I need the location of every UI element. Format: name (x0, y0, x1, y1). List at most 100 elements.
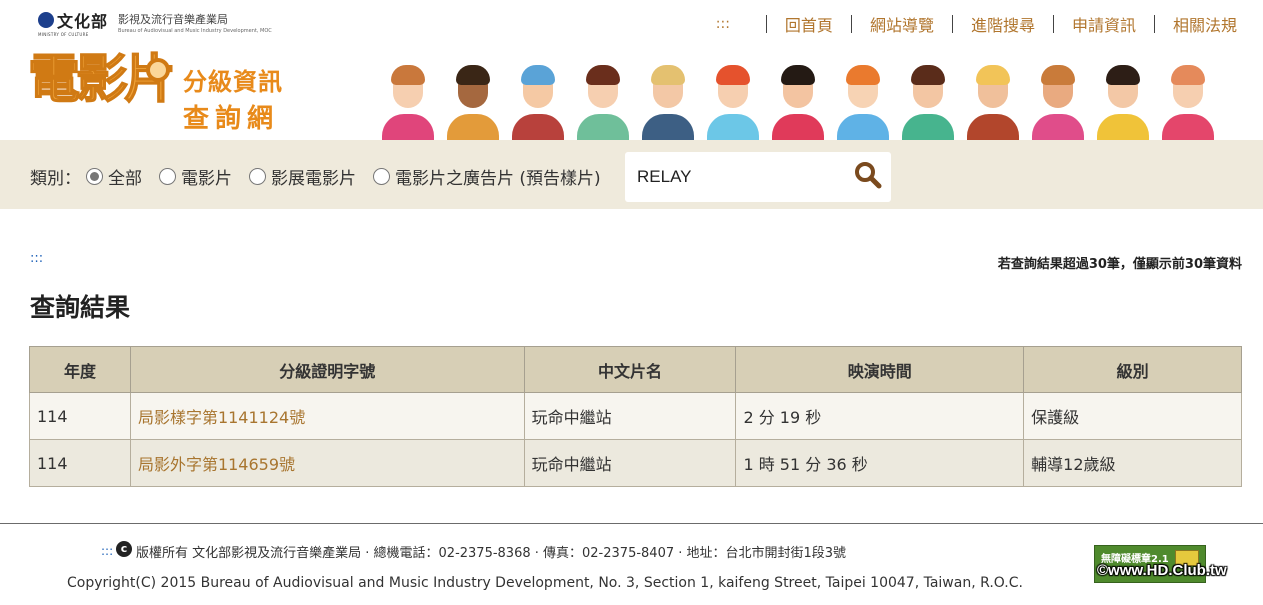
bureau-name-zh: 影視及流行音樂產業局 (118, 13, 229, 26)
person-body (642, 114, 694, 140)
person-hair (1106, 65, 1140, 85)
search-input[interactable] (625, 152, 849, 202)
nav-divider (1153, 15, 1155, 33)
radio-option-all[interactable]: 全部 (86, 164, 142, 189)
radio-option-festival-film[interactable]: 影展電影片 (249, 164, 356, 189)
table-header-row: 年度 分級證明字號 中文片名 映演時間 級別 (29, 346, 1242, 393)
result-limit-note: 若查詢結果超過30筆，僅顯示前30筆資料 (997, 257, 1242, 272)
person-illustration (705, 62, 761, 140)
ministry-name: 文化部 (38, 8, 108, 32)
person-illustration (1095, 62, 1151, 140)
column-header-chinese-title: 中文片名 (523, 346, 737, 393)
person-illustration (1030, 62, 1086, 140)
person-body (1162, 114, 1214, 140)
category-label: 類別： (30, 169, 81, 189)
certificate-link[interactable]: 局影樣字第1141124號 (138, 408, 305, 427)
cell-year: 114 (29, 392, 131, 440)
watermark: ©www.HD.Club.tw (1097, 562, 1227, 579)
radio-button[interactable] (159, 168, 176, 185)
filter-bar: 類別： 全部 電影片 影展電影片 電影片之廣告片 (預告樣片) (0, 140, 1263, 209)
person-illustration (835, 62, 891, 140)
cell-chinese-title: 玩命中繼站 (523, 392, 737, 440)
cell-rating: 輔導12歲級 (1023, 439, 1242, 487)
nav-divider (850, 15, 852, 33)
category-radio-group: 全部 電影片 影展電影片 電影片之廣告片 (預告樣片) (86, 164, 618, 189)
radio-label: 全部 (108, 169, 142, 189)
nav-divider (1052, 15, 1054, 33)
certificate-link[interactable]: 局影外字第114659號 (138, 455, 295, 474)
table-row: 114 局影樣字第1141124號 玩命中繼站 2 分 19 秒 保護級 (29, 392, 1242, 440)
cell-year: 114 (29, 439, 131, 487)
footer-divider (0, 523, 1263, 524)
radio-button[interactable] (373, 168, 390, 185)
ministry-logo[interactable]: 文化部 MINISTRY OF CULTURE 影視及流行音樂產業局 Burea… (38, 8, 272, 37)
person-body (1097, 114, 1149, 140)
person-body (837, 114, 889, 140)
person-illustration (1160, 62, 1216, 140)
cell-runtime: 1 時 51 分 36 秒 (735, 439, 1025, 487)
person-hair (1171, 65, 1205, 85)
results-table: 年度 分級證明字號 中文片名 映演時間 級別 114 局影樣字第1141124號… (29, 346, 1242, 487)
radio-button[interactable] (249, 168, 266, 185)
bureau-name-en: Bureau of Audiovisual and Music Industry… (118, 28, 272, 34)
person-hair (391, 65, 425, 85)
main-accesskey[interactable]: ::: (30, 251, 43, 266)
search-icon[interactable] (851, 158, 885, 192)
radio-label: 影展電影片 (271, 169, 356, 189)
site-logo-line2: 查詢網 (183, 104, 280, 134)
ministry-name-text: 文化部 (57, 12, 109, 31)
person-hair (521, 65, 555, 85)
person-hair (586, 65, 620, 85)
person-body (707, 114, 759, 140)
ministry-mark: 文化部 MINISTRY OF CULTURE (38, 8, 108, 37)
footer-english-copyright: Copyright(C) 2015 Bureau of Audiovisual … (67, 575, 1023, 591)
site-logo-line1: 分級資訊 (183, 68, 283, 96)
table-row: 114 局影外字第114659號 玩命中繼站 1 時 51 分 36 秒 輔導1… (29, 439, 1242, 487)
person-hair (456, 65, 490, 85)
radio-button[interactable] (86, 168, 103, 185)
person-body (382, 114, 434, 140)
person-body (772, 114, 824, 140)
ministry-seal-icon (38, 12, 54, 28)
radio-label: 電影片 (181, 169, 232, 189)
radio-option-film[interactable]: 電影片 (159, 164, 232, 189)
nav-link-advanced-search[interactable]: 進階搜尋 (971, 12, 1035, 36)
cell-certificate-no: 局影樣字第1141124號 (129, 392, 525, 440)
nav-item-sitemap: 網站導覽 (833, 12, 934, 36)
nav-link-home[interactable]: 回首頁 (785, 12, 833, 36)
person-body (512, 114, 564, 140)
footer-contact-info: 版權所有 文化部影視及流行音樂產業局 · 總機電話：02-2375-8368 ·… (136, 546, 847, 561)
nav-link-regulations[interactable]: 相關法規 (1173, 12, 1237, 36)
person-body (967, 114, 1019, 140)
person-hair (911, 65, 945, 85)
radio-option-trailer[interactable]: 電影片之廣告片 (預告樣片) (373, 164, 601, 189)
nav-link-sitemap[interactable]: 網站導覽 (870, 12, 934, 36)
person-illustration (640, 62, 696, 140)
person-illustration (445, 62, 501, 140)
nav-item-application-info: 申請資訊 (1035, 12, 1136, 36)
person-illustration (575, 62, 631, 140)
cell-rating: 保護級 (1023, 392, 1242, 440)
page-title: 查詢結果 (30, 293, 131, 322)
cell-runtime: 2 分 19 秒 (735, 392, 1025, 440)
footer-accesskey[interactable]: ::: (101, 544, 113, 558)
column-header-year: 年度 (29, 346, 131, 393)
cell-chinese-title: 玩命中繼站 (523, 439, 737, 487)
top-nav: ::: 回首頁 網站導覽 進階搜尋 申請資訊 相關法規 (716, 12, 1237, 36)
person-hair (651, 65, 685, 85)
person-hair (781, 65, 815, 85)
people-illustration (380, 62, 1240, 140)
person-hair (716, 65, 750, 85)
ministry-name-en: MINISTRY OF CULTURE (38, 32, 89, 37)
person-illustration (965, 62, 1021, 140)
person-illustration (770, 62, 826, 140)
person-hair (1041, 65, 1075, 85)
nav-link-application-info[interactable]: 申請資訊 (1072, 12, 1136, 36)
site-logo[interactable]: 電影片 分級資訊 查詢網 (27, 53, 318, 138)
person-body (902, 114, 954, 140)
nav-divider (951, 15, 953, 33)
column-header-runtime: 映演時間 (735, 346, 1025, 393)
header-accesskey[interactable]: ::: (716, 16, 748, 32)
nav-item-home: 回首頁 (748, 12, 833, 36)
bureau-name: 影視及流行音樂產業局 Bureau of Audiovisual and Mus… (118, 11, 272, 34)
